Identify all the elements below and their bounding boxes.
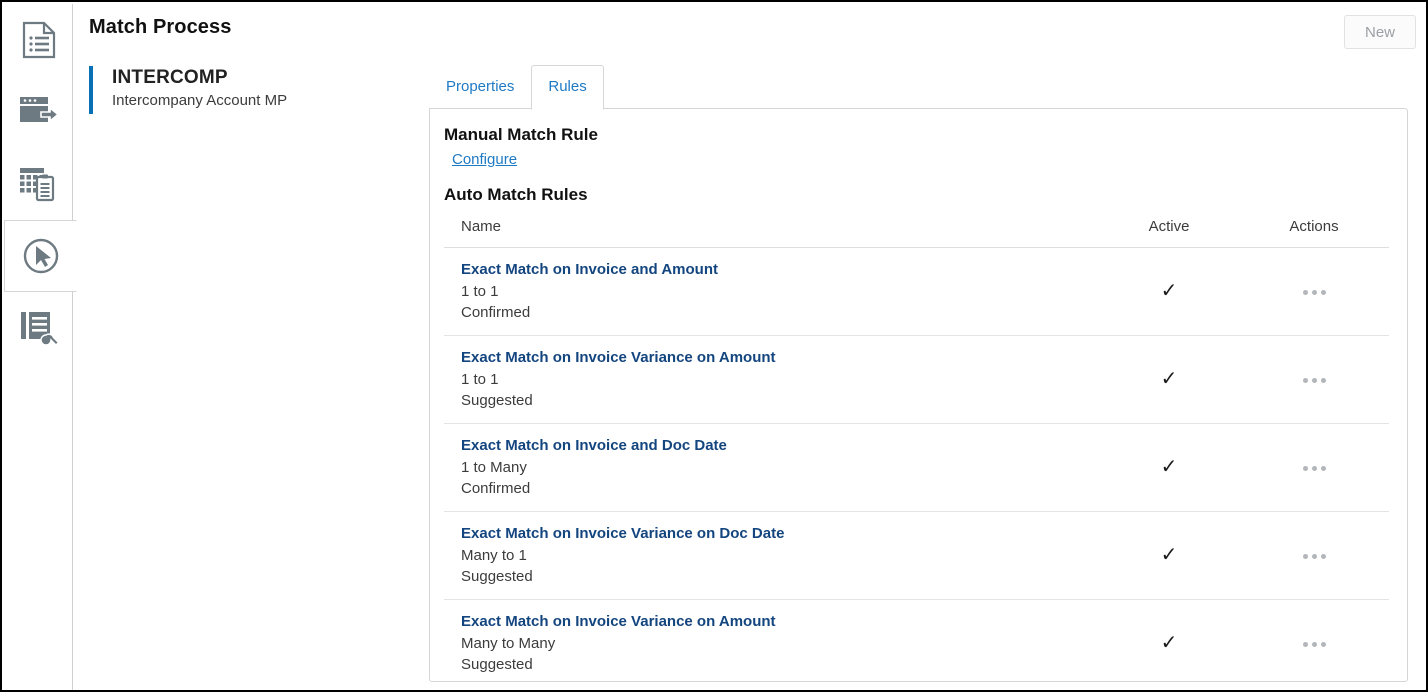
actions-cell xyxy=(1239,599,1389,681)
active-cell: ✓ xyxy=(1099,335,1239,424)
entity-description: Intercompany Account MP xyxy=(112,92,288,109)
cursor-circle-icon xyxy=(21,236,61,276)
auto-match-rules-heading: Auto Match Rules xyxy=(444,185,588,204)
tab-properties[interactable]: Properties xyxy=(429,65,531,109)
active-check-icon: ✓ xyxy=(1160,631,1178,654)
rule-cardinality: 1 to Many xyxy=(461,459,527,476)
rule-cell: Exact Match on Invoice Variance on Amoun… xyxy=(444,599,1099,681)
column-header-active: Active xyxy=(1099,215,1239,248)
sidebar-item-match-process[interactable] xyxy=(4,220,77,292)
auto-match-rules-table: Name Active Actions Exact Match on Invoi… xyxy=(444,215,1389,681)
sidebar-item-documents[interactable] xyxy=(4,4,73,76)
active-check-icon: ✓ xyxy=(1160,279,1178,302)
more-actions-icon[interactable] xyxy=(1301,546,1328,560)
more-actions-icon[interactable] xyxy=(1301,370,1328,384)
rule-status: Suggested xyxy=(461,392,533,409)
active-check-icon: ✓ xyxy=(1160,367,1178,390)
actions-cell xyxy=(1239,423,1389,512)
rule-cell: Exact Match on Invoice Variance on Doc D… xyxy=(444,511,1099,600)
document-list-icon xyxy=(21,21,57,59)
rule-name-link[interactable]: Exact Match on Invoice Variance on Amoun… xyxy=(461,611,1099,633)
more-actions-icon[interactable] xyxy=(1301,634,1328,648)
entity-code: INTERCOMP xyxy=(112,67,228,88)
rule-status: Suggested xyxy=(461,656,533,673)
active-check-icon: ✓ xyxy=(1160,455,1178,478)
rule-cell: Exact Match on Invoice and Amount 1 to 1… xyxy=(444,247,1099,336)
active-cell: ✓ xyxy=(1099,511,1239,600)
table-row: Exact Match on Invoice Variance on Amoun… xyxy=(444,335,1389,424)
active-check-icon: ✓ xyxy=(1160,543,1178,566)
rule-cell: Exact Match on Invoice and Doc Date 1 to… xyxy=(444,423,1099,512)
rule-cardinality: 1 to 1 xyxy=(461,283,499,300)
entity-summary: INTERCOMP Intercompany Account MP xyxy=(89,66,287,114)
document-wrench-icon xyxy=(19,309,59,347)
rule-name-link[interactable]: Exact Match on Invoice Variance on Amoun… xyxy=(461,347,1099,369)
main-content: Match Process New INTERCOMP Intercompany… xyxy=(73,4,1424,688)
rules-tab-panel: Manual Match Rule Configure Auto Match R… xyxy=(429,108,1408,682)
column-header-actions: Actions xyxy=(1239,215,1389,248)
manual-match-rule-heading: Manual Match Rule xyxy=(444,125,598,144)
sidebar-item-export[interactable] xyxy=(4,76,73,148)
page-title: Match Process xyxy=(89,16,232,38)
rule-cardinality: Many to Many xyxy=(461,635,556,652)
rule-cell: Exact Match on Invoice Variance on Amoun… xyxy=(444,335,1099,424)
sidebar-item-configuration[interactable] xyxy=(4,292,73,364)
more-actions-icon[interactable] xyxy=(1301,458,1328,472)
rule-status: Confirmed xyxy=(461,304,531,321)
rule-status: Confirmed xyxy=(461,480,531,497)
more-actions-icon[interactable] xyxy=(1301,282,1328,296)
sidebar-item-data-sets[interactable] xyxy=(4,148,73,220)
rule-cardinality: 1 to 1 xyxy=(461,371,499,388)
rule-status: Suggested xyxy=(461,568,533,585)
table-row: Exact Match on Invoice and Amount 1 to 1… xyxy=(444,247,1389,336)
rule-name-link[interactable]: Exact Match on Invoice and Doc Date xyxy=(461,435,1099,457)
tab-bar: Properties Rules xyxy=(429,64,604,110)
active-cell: ✓ xyxy=(1099,247,1239,336)
table-header-row: Name Active Actions xyxy=(444,215,1389,248)
left-icon-rail xyxy=(4,4,77,690)
actions-cell xyxy=(1239,335,1389,424)
actions-cell xyxy=(1239,511,1389,600)
rule-name-link[interactable]: Exact Match on Invoice and Amount xyxy=(461,259,1099,281)
active-cell: ✓ xyxy=(1099,599,1239,681)
new-button[interactable]: New xyxy=(1344,15,1416,49)
table-row: Exact Match on Invoice Variance on Doc D… xyxy=(444,511,1389,600)
actions-cell xyxy=(1239,247,1389,336)
table-row: Exact Match on Invoice and Doc Date 1 to… xyxy=(444,423,1389,512)
grid-clipboard-icon xyxy=(19,165,59,203)
column-header-name: Name xyxy=(444,215,1099,248)
active-cell: ✓ xyxy=(1099,423,1239,512)
rule-cardinality: Many to 1 xyxy=(461,547,527,564)
match-process-window: Match Process New INTERCOMP Intercompany… xyxy=(0,0,1428,692)
rule-name-link[interactable]: Exact Match on Invoice Variance on Doc D… xyxy=(461,523,1099,545)
table-row: Exact Match on Invoice Variance on Amoun… xyxy=(444,599,1389,681)
configure-link[interactable]: Configure xyxy=(452,150,517,170)
window-export-icon xyxy=(19,95,59,129)
tab-rules[interactable]: Rules xyxy=(531,65,604,110)
